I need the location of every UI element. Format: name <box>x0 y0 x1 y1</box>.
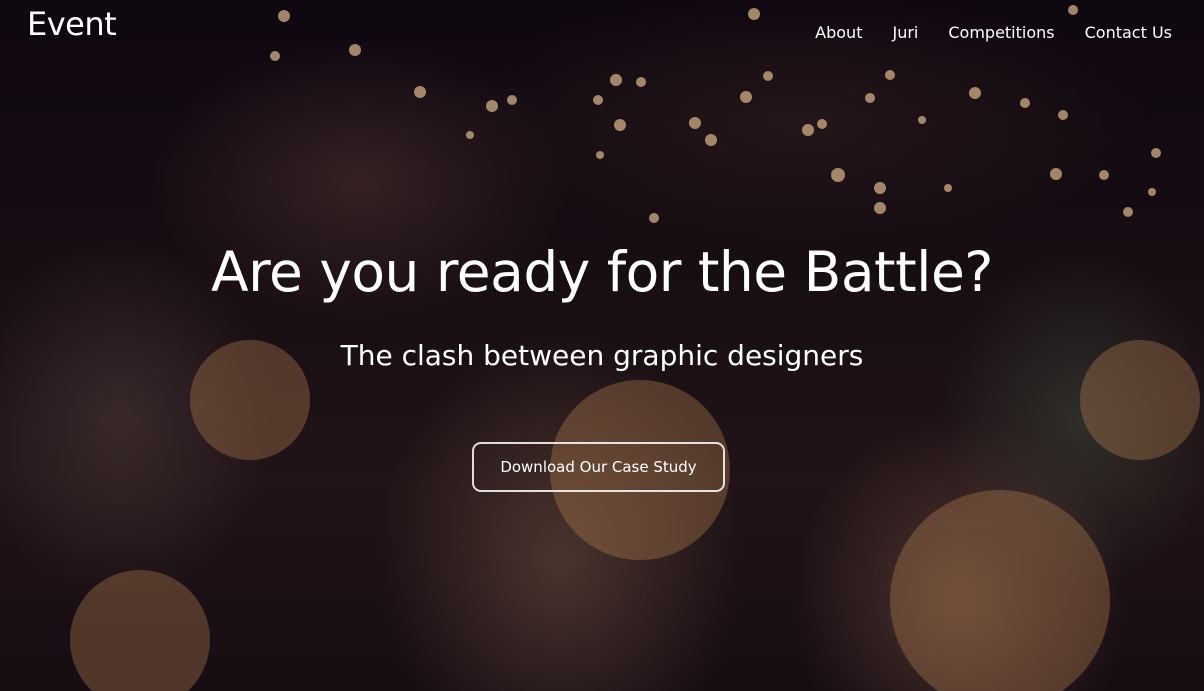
nav-item-juri[interactable]: Juri <box>892 22 918 44</box>
hero-title: Are you ready for the Battle? <box>210 240 994 304</box>
download-case-study-button[interactable]: Download Our Case Study <box>472 442 725 492</box>
site-logo[interactable]: Event <box>27 4 117 44</box>
nav-item-competitions[interactable]: Competitions <box>948 22 1054 44</box>
main-nav: About Juri Competitions Contact Us <box>815 22 1172 44</box>
hero-section: Event About Juri Competitions Contact Us… <box>0 0 1204 691</box>
nav-item-contact-us[interactable]: Contact Us <box>1085 22 1172 44</box>
top-navigation-bar: Event About Juri Competitions Contact Us <box>0 0 1204 60</box>
hero-subtitle: The clash between graphic designers <box>340 339 864 372</box>
nav-item-about[interactable]: About <box>815 22 862 44</box>
